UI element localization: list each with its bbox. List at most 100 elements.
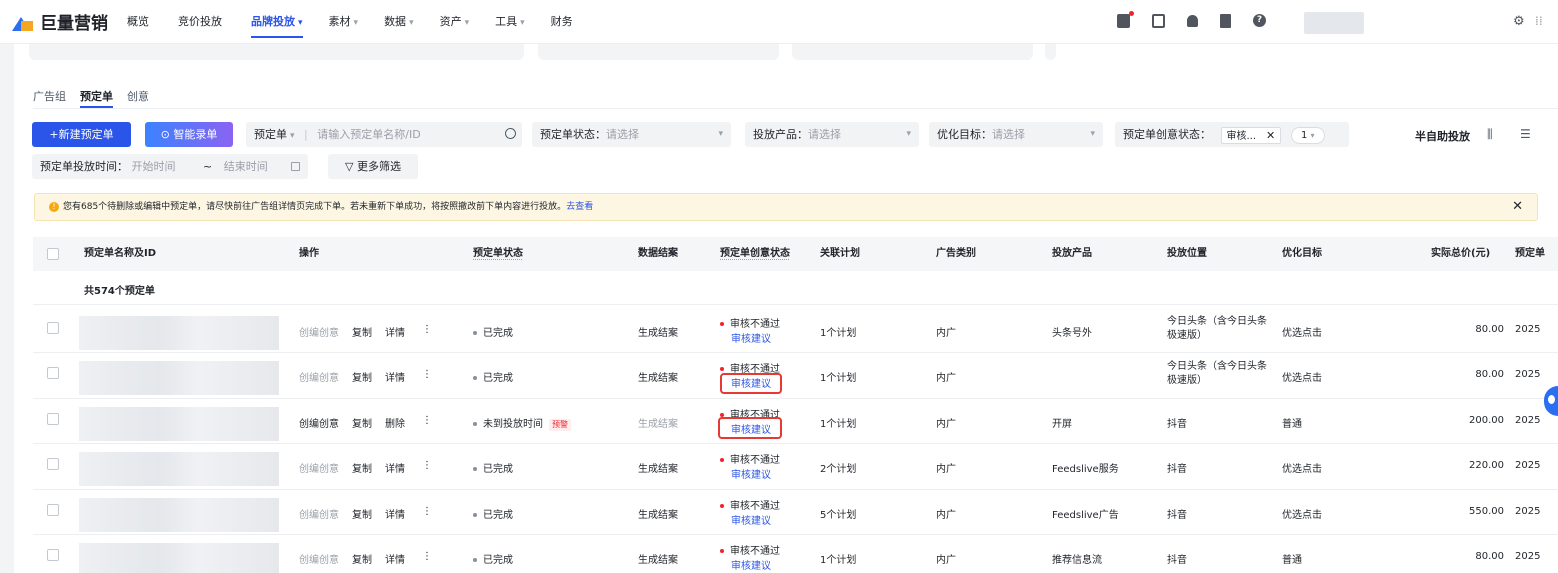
- order-name-blurred[interactable]: [79, 452, 279, 487]
- edit-creative-link[interactable]: 创编创意: [299, 551, 339, 566]
- filter-settings-icon[interactable]: ☰: [1520, 127, 1531, 141]
- edit-creative-link[interactable]: 创编创意: [299, 460, 339, 475]
- nav-item-7[interactable]: 财务: [551, 0, 576, 44]
- order-type-select[interactable]: 预定单: [254, 128, 287, 141]
- copy-link[interactable]: 复制: [352, 415, 372, 430]
- tab-2[interactable]: 创意: [127, 88, 149, 108]
- order-name-blurred[interactable]: [79, 406, 279, 441]
- edit-creative-link[interactable]: 创编创意: [299, 369, 339, 384]
- settle-link[interactable]: 生成结案: [638, 324, 678, 339]
- notice-link[interactable]: 去查看: [566, 202, 593, 212]
- edit-creative-link[interactable]: 创编创意: [299, 324, 339, 339]
- order-name-blurred[interactable]: [79, 316, 279, 350]
- date-start-input[interactable]: 开始时间: [132, 160, 176, 173]
- review-advice-link[interactable]: 审核建议: [731, 512, 771, 527]
- logo-icon: [12, 13, 34, 31]
- settle-link[interactable]: 生成结案: [638, 460, 678, 475]
- status-select[interactable]: 预定单状态：请选择 ▾: [532, 122, 731, 147]
- more-filters-button[interactable]: ▽ 更多筛选: [328, 154, 418, 179]
- plan-link[interactable]: 1个计划: [820, 369, 856, 384]
- row-checkbox[interactable]: [47, 458, 59, 471]
- col-status[interactable]: 预定单状态: [473, 237, 523, 271]
- order-search-input[interactable]: 请输入预定单名称/ID: [317, 128, 420, 141]
- plan-link[interactable]: 2个计划: [820, 460, 856, 475]
- more-icon[interactable]: ⋮: [422, 369, 432, 380]
- copy-link[interactable]: 复制: [352, 551, 372, 566]
- copy-link[interactable]: 复制: [352, 506, 372, 521]
- close-icon[interactable]: ✕: [1512, 194, 1523, 220]
- settle-link[interactable]: 生成结案: [638, 506, 678, 521]
- settle-link[interactable]: 生成结案: [638, 415, 678, 430]
- select-all-checkbox[interactable]: [47, 248, 59, 260]
- detail-link[interactable]: 详情: [385, 551, 405, 566]
- nav-item-1[interactable]: 竞价投放: [178, 0, 225, 44]
- more-icon[interactable]: ⋮: [422, 324, 432, 335]
- detail-link[interactable]: 详情: [385, 506, 405, 521]
- plan-link[interactable]: 5个计划: [820, 506, 856, 521]
- nav-item-0[interactable]: 概览: [127, 0, 152, 44]
- plan-link[interactable]: 1个计划: [820, 551, 856, 566]
- more-icon[interactable]: ⋮: [422, 506, 432, 517]
- plan-link[interactable]: 1个计划: [820, 324, 856, 339]
- settle-link[interactable]: 生成结案: [638, 551, 678, 566]
- product-select[interactable]: 投放产品：请选择 ▾: [745, 122, 919, 147]
- row-checkbox[interactable]: [47, 549, 59, 561]
- plan-link[interactable]: 1个计划: [820, 415, 856, 430]
- goal-select[interactable]: 优化目标：请选择 ▾: [929, 122, 1103, 147]
- bell-icon[interactable]: [1187, 15, 1198, 27]
- brand-logo[interactable]: 巨量营销: [12, 9, 127, 34]
- creative-status-tag[interactable]: 审核... ✕: [1220, 126, 1282, 144]
- chevron-down-icon: ▾: [290, 131, 295, 141]
- user-account-blurred[interactable]: [1304, 12, 1364, 34]
- date-end-input[interactable]: 结束时间: [224, 160, 268, 173]
- col-creative-status[interactable]: 预定单创意状态: [720, 237, 790, 271]
- review-advice-link[interactable]: 审核建议: [731, 330, 771, 345]
- help-icon[interactable]: ?: [1253, 14, 1266, 27]
- row-checkbox[interactable]: [47, 503, 59, 516]
- nav-item-5[interactable]: 资产 ▾: [440, 0, 470, 44]
- detail-link[interactable]: 详情: [385, 369, 405, 384]
- order-name-blurred[interactable]: [79, 543, 279, 573]
- copy-link[interactable]: 复制: [352, 369, 372, 384]
- tab-0[interactable]: 广告组: [33, 88, 66, 108]
- date-range-picker[interactable]: 预定单投放时间： 开始时间 ~ 结束时间: [32, 154, 308, 179]
- gift-icon[interactable]: [1117, 11, 1134, 28]
- copy-link[interactable]: 复制: [352, 324, 372, 339]
- order-name-blurred[interactable]: [79, 497, 279, 532]
- row-checkbox[interactable]: [47, 322, 59, 334]
- clipboard-icon[interactable]: [1152, 14, 1165, 28]
- smart-entry-button[interactable]: ⊙ 智能录单: [145, 122, 233, 147]
- nav-item-label: 财务: [550, 14, 573, 28]
- delete-link[interactable]: 删除: [385, 415, 405, 430]
- search-icon[interactable]: [505, 128, 516, 139]
- copy-link[interactable]: 复制: [352, 460, 372, 475]
- new-order-button[interactable]: +新建预定单: [32, 122, 131, 147]
- nav-item-6[interactable]: 工具 ▾: [495, 0, 525, 44]
- creative-status-select[interactable]: 预定单创意状态： 审核... ✕ 1 ▾: [1115, 122, 1349, 147]
- semi-auto-toggle[interactable]: 半自助投放: [1415, 128, 1470, 144]
- close-icon[interactable]: ✕: [1266, 129, 1275, 142]
- order-name-blurred[interactable]: [79, 361, 279, 396]
- edit-creative-link[interactable]: 创编创意: [299, 415, 339, 430]
- edit-creative-link[interactable]: 创编创意: [299, 506, 339, 521]
- more-icon[interactable]: ⋮: [422, 460, 432, 471]
- tab-1[interactable]: 预定单: [80, 88, 113, 108]
- nav-item-3[interactable]: 素材 ▾: [329, 0, 359, 44]
- detail-link[interactable]: 详情: [385, 460, 405, 475]
- review-advice-link[interactable]: 审核建议: [731, 466, 771, 481]
- row-checkbox[interactable]: [47, 412, 59, 425]
- column-settings-icon[interactable]: ⫼: [1487, 127, 1493, 142]
- more-icon[interactable]: ⋮: [422, 551, 432, 562]
- nav-item-label: 竞价投放: [178, 14, 222, 28]
- detail-link[interactable]: 详情: [385, 324, 405, 339]
- settings-icon[interactable]: ⚙: [1513, 14, 1525, 29]
- review-advice-link[interactable]: 审核建议: [731, 557, 771, 572]
- more-icon[interactable]: ⋮: [422, 415, 432, 426]
- nav-item-2[interactable]: 品牌投放 ▾: [251, 0, 303, 44]
- nav-item-4[interactable]: 数据 ▾: [384, 0, 414, 44]
- row-checkbox[interactable]: [47, 367, 59, 380]
- apps-grid-icon[interactable]: ⁞⁞: [1535, 14, 1543, 28]
- settle-link[interactable]: 生成结案: [638, 369, 678, 384]
- book-icon[interactable]: [1220, 14, 1231, 28]
- order-search-field[interactable]: 预定单 ▾ | 请输入预定单名称/ID: [246, 122, 522, 147]
